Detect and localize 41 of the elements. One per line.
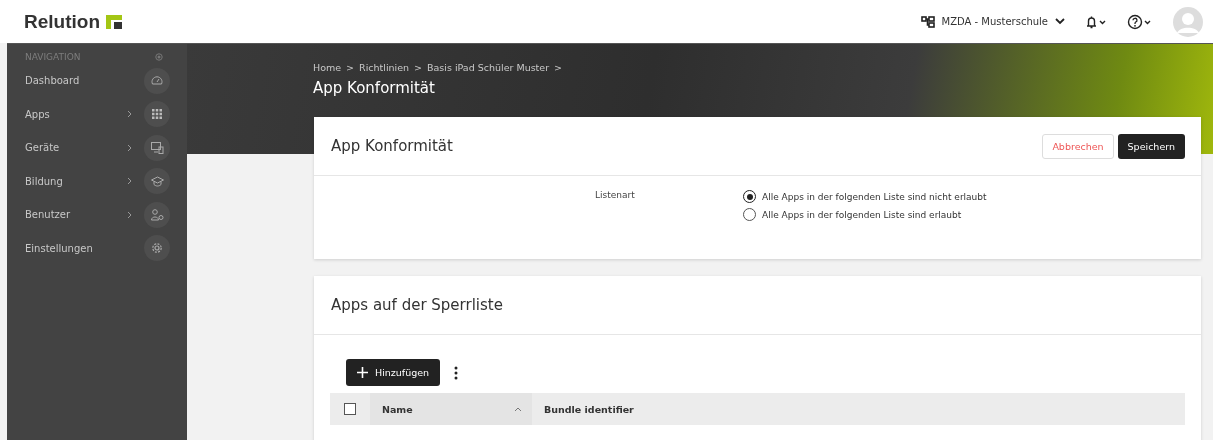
- add-button[interactable]: Hinzufügen: [346, 359, 441, 386]
- users-icon: [150, 208, 164, 221]
- gauge-icon: [151, 74, 163, 87]
- select-all-checkbox[interactable]: [344, 403, 356, 415]
- field-label: Listenart: [595, 190, 636, 202]
- chevron-down-icon: [1055, 18, 1065, 25]
- hierarchy-icon: [920, 15, 935, 28]
- column-header[interactable]: Name: [370, 393, 532, 425]
- breadcrumb-link[interactable]: Richtlinien: [359, 62, 410, 73]
- nav-item[interactable]: Einstellungen: [7, 231, 187, 265]
- breadcrumb-separator: >: [554, 62, 563, 73]
- nav-item[interactable]: Benutzer: [7, 198, 187, 232]
- card-title: App Konformität: [331, 137, 453, 155]
- sort-ascending-icon: [514, 406, 522, 412]
- nav-item[interactable]: Geräte: [7, 131, 187, 165]
- grid-icon: [151, 108, 163, 121]
- logo-text: Relution: [24, 10, 100, 33]
- breadcrumb-separator: >: [414, 62, 422, 73]
- logo-icon: [106, 14, 122, 29]
- plus-icon: [357, 367, 368, 378]
- more-options-icon[interactable]: [454, 365, 459, 380]
- organization-dropdown[interactable]: MZDA - Musterschule: [920, 15, 1065, 28]
- graduation-cap-icon: [150, 175, 164, 187]
- cancel-button[interactable]: Abbrechen: [1042, 133, 1114, 159]
- nav-item[interactable]: Apps: [7, 97, 187, 131]
- card-title: Apps auf der Sperrliste: [331, 296, 503, 314]
- nav-item[interactable]: Bildung: [7, 164, 187, 198]
- notifications-button[interactable]: [1085, 14, 1107, 29]
- help-button[interactable]: [1127, 13, 1153, 30]
- breadcrumb-separator: >: [346, 62, 355, 73]
- devices-icon: [150, 141, 164, 154]
- breadcrumb-link[interactable]: Basis iPad Schüler Muster: [427, 62, 550, 73]
- column-header[interactable]: Bundle identifier: [532, 393, 694, 425]
- navigation-heading: NAVIGATION: [25, 52, 81, 62]
- save-button[interactable]: Speichern: [1117, 133, 1185, 159]
- radio-option[interactable]: Alle Apps in der folgenden Liste sind erlaubt: [743, 208, 987, 221]
- breadcrumb-link[interactable]: Home: [313, 62, 342, 73]
- nav-item[interactable]: Dashboard: [7, 64, 187, 98]
- radio-option[interactable]: Alle Apps in der folgenden Liste sind nicht erlaubt: [743, 190, 987, 203]
- gear-icon: [151, 242, 163, 255]
- page-title: App Konformität: [313, 79, 436, 97]
